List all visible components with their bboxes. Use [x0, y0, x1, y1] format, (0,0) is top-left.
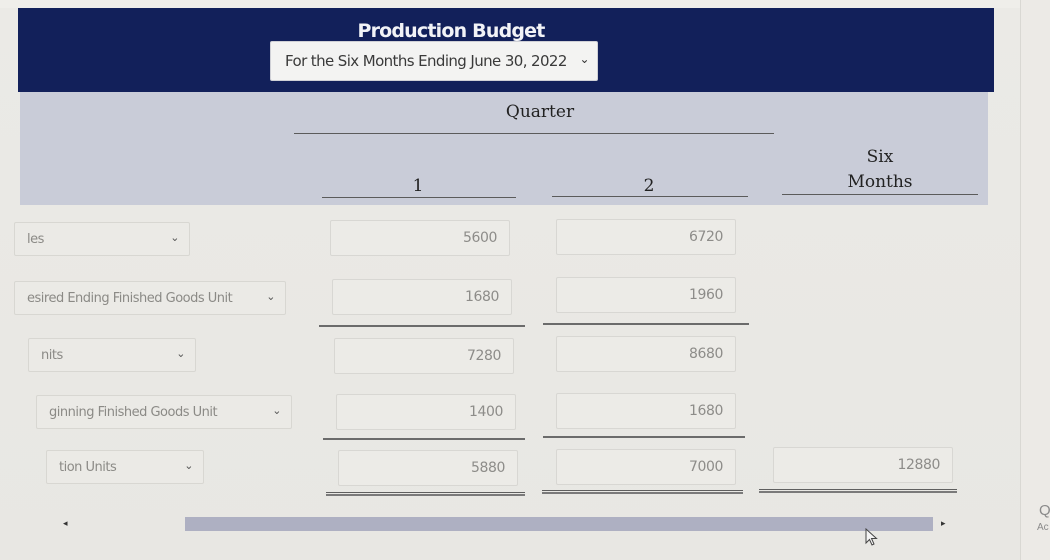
input-desired-ending-q1[interactable]: 1680	[332, 279, 512, 315]
chevron-down-icon: ⌄	[184, 459, 193, 472]
total-double-line-q2	[542, 490, 743, 494]
six-months-line2: Months	[847, 172, 913, 192]
column-header-q1: 1	[412, 176, 424, 196]
row-label-text: ginning Finished Goods Unit	[49, 404, 218, 420]
chevron-down-icon: ⌄	[176, 347, 185, 360]
chevron-down-icon: ⌄	[579, 52, 590, 66]
row-label-select-desired-ending[interactable]: esired Ending Finished Goods Unit ⌄	[14, 281, 286, 315]
period-select-value: For the Six Months Ending June 30, 2022	[285, 52, 567, 70]
total-double-line-six-months	[759, 489, 957, 493]
right-edge-panel: Q Ac	[1020, 0, 1050, 560]
row-label-select-beginning[interactable]: ginning Finished Goods Unit ⌄	[36, 395, 292, 429]
row-label-select-sales[interactable]: les ⌄	[14, 222, 190, 256]
row-label-select-production[interactable]: tion Units ⌄	[46, 450, 204, 484]
chevron-down-icon: ⌄	[266, 290, 275, 303]
column-header-six-months: Six Months	[782, 145, 978, 195]
subtotal-line-q1	[323, 438, 525, 440]
input-production-six-months[interactable]: 12880	[773, 447, 953, 483]
input-desired-ending-q2[interactable]: 1960	[556, 277, 736, 313]
q2-underline	[552, 196, 748, 197]
input-sales-q1[interactable]: 5600	[330, 220, 510, 256]
quarter-underline	[294, 133, 774, 134]
row-label-text: esired Ending Finished Goods Unit	[27, 290, 233, 306]
q1-underline	[322, 197, 516, 198]
chevron-down-icon: ⌄	[272, 404, 281, 417]
input-production-q2[interactable]: 7000	[556, 449, 736, 485]
quarter-group-label: Quarter	[505, 102, 575, 122]
input-beginning-q1[interactable]: 1400	[336, 394, 516, 430]
row-label-select-total-units[interactable]: nits ⌄	[28, 338, 196, 372]
row-label-text: nits	[41, 347, 63, 363]
six-months-line1: Six	[866, 147, 894, 167]
subtotal-line-q2	[543, 323, 749, 325]
column-header-band: Quarter 1 2 Six Months	[20, 92, 988, 205]
mouse-cursor-icon	[865, 528, 878, 546]
edge-glyph-ac: Ac	[1037, 522, 1049, 533]
header-band: Production Budget For the Six Months End…	[18, 8, 994, 92]
six-months-underline	[782, 194, 978, 195]
scroll-right-arrow[interactable]: ▸	[941, 518, 946, 529]
subtotal-line-q2	[543, 436, 745, 438]
input-production-q1[interactable]: 5880	[338, 450, 518, 486]
input-sales-q2[interactable]: 6720	[556, 219, 736, 255]
input-total-units-q2[interactable]: 8680	[556, 336, 736, 372]
total-double-line-q1	[326, 492, 525, 496]
page: Production Budget For the Six Months End…	[0, 0, 1050, 560]
input-total-units-q1[interactable]: 7280	[334, 338, 514, 374]
input-beginning-q2[interactable]: 1680	[556, 393, 736, 429]
row-label-text: tion Units	[59, 459, 117, 475]
edge-glyph-q: Q	[1039, 502, 1050, 519]
chevron-down-icon: ⌄	[170, 231, 179, 244]
scroll-left-arrow[interactable]: ◂	[63, 518, 68, 529]
horizontal-scrollbar-thumb[interactable]	[185, 517, 933, 531]
page-title: Production Budget	[357, 20, 545, 42]
top-strip	[0, 0, 1050, 8]
row-label-text: les	[27, 231, 44, 247]
subtotal-line-q1	[319, 325, 525, 327]
period-select[interactable]: For the Six Months Ending June 30, 2022 …	[270, 41, 598, 81]
